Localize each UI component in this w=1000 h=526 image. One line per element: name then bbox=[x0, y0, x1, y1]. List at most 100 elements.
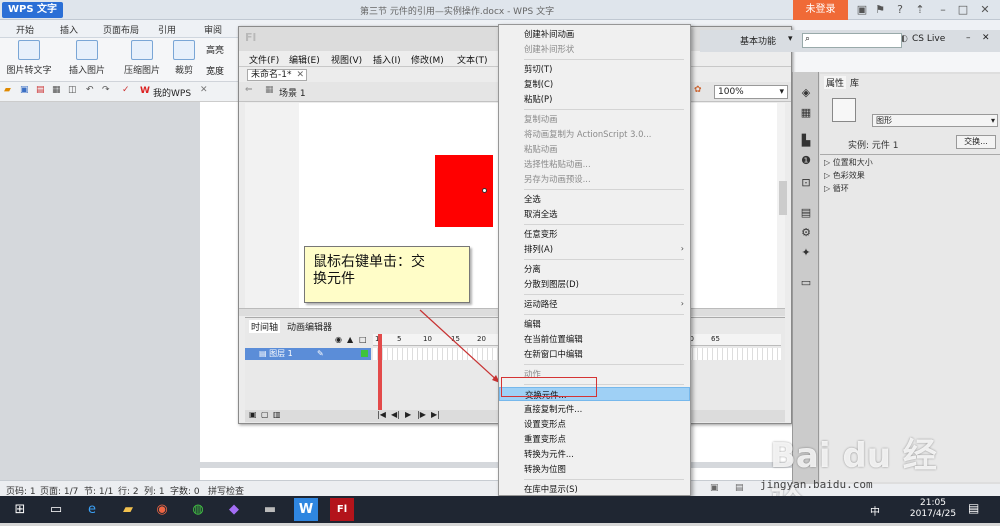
chrome-icon[interactable]: ◍ bbox=[186, 498, 210, 521]
menu-item[interactable]: 运动路径 › bbox=[499, 297, 690, 311]
pdf-icon[interactable]: ▤ bbox=[36, 85, 45, 95]
tab-home[interactable]: 开始 bbox=[16, 23, 34, 36]
undo-icon[interactable]: ↶ bbox=[86, 85, 94, 95]
step-back-icon[interactable]: ◀| bbox=[391, 410, 400, 419]
goto-first-frame-icon[interactable]: |◀ bbox=[377, 410, 386, 419]
menu-item[interactable]: 设置变形点 bbox=[499, 417, 690, 431]
login-button[interactable]: 未登录 bbox=[793, 0, 848, 20]
menu-item[interactable]: 编辑 bbox=[499, 317, 690, 331]
align-panel-icon[interactable]: ▙ bbox=[798, 134, 814, 148]
eye-icon[interactable]: ◉ bbox=[335, 335, 342, 344]
tab-references[interactable]: 引用 bbox=[158, 23, 176, 36]
menu-item[interactable]: 转换为位图 bbox=[499, 462, 690, 476]
stage-vertical-scrollbar[interactable] bbox=[779, 181, 787, 215]
restore-ribbon-icon[interactable]: ⇡ bbox=[913, 3, 927, 17]
ime-indicator[interactable]: 中 bbox=[870, 503, 880, 518]
edge-icon[interactable]: e bbox=[80, 498, 104, 521]
menu-file[interactable]: 文件(F) bbox=[249, 53, 279, 66]
redo-icon[interactable]: ↷ bbox=[102, 85, 110, 95]
tab-properties[interactable]: 属性 bbox=[824, 76, 847, 89]
close-icon[interactable]: ✕ bbox=[978, 3, 992, 17]
menu-item[interactable]: 分散到图层(D) bbox=[499, 277, 690, 291]
save-icon[interactable]: ▣ bbox=[20, 85, 29, 95]
code-snippets-icon[interactable]: ▭ bbox=[798, 276, 814, 290]
tab-library[interactable]: 库 bbox=[850, 76, 859, 89]
system-clock[interactable]: 21:05 2017/4/25 bbox=[908, 498, 958, 520]
my-wps-tab[interactable]: 我的WPS bbox=[153, 86, 191, 99]
task-view-icon[interactable]: ▭ bbox=[44, 498, 68, 521]
visual-studio-icon[interactable]: ◆ bbox=[222, 498, 246, 521]
playhead[interactable] bbox=[378, 334, 382, 420]
width-button[interactable]: 宽度 bbox=[206, 64, 224, 77]
dropdown-icon[interactable]: ✓ bbox=[122, 85, 130, 95]
swatches-panel-icon[interactable]: ▦ bbox=[798, 106, 814, 120]
menu-item[interactable]: 排列(A) › bbox=[499, 242, 690, 256]
section-looping[interactable]: ▷ 循环 bbox=[824, 183, 849, 194]
outline-icon[interactable]: □ bbox=[359, 335, 367, 344]
play-icon[interactable]: ▶ bbox=[405, 410, 411, 419]
library-panel-icon[interactable]: ▤ bbox=[798, 206, 814, 220]
start-icon[interactable]: ⊞ bbox=[8, 498, 32, 521]
compress-image-button[interactable]: 压缩图片 bbox=[122, 40, 162, 76]
delete-layer-icon[interactable]: ▥ bbox=[273, 410, 281, 419]
menu-item[interactable]: 转换为元件... bbox=[499, 447, 690, 461]
menu-item[interactable]: 创建补间动画 bbox=[499, 27, 690, 41]
view-mode-icon[interactable]: ▤ bbox=[735, 483, 744, 493]
chevron-down-icon[interactable]: ▾ bbox=[788, 34, 793, 44]
cs-live-button[interactable]: CS Live bbox=[912, 34, 945, 44]
menu-item[interactable]: 在新窗口中编辑 bbox=[499, 347, 690, 361]
skin-icon[interactable]: ▣ bbox=[855, 3, 869, 17]
minimize-icon[interactable]: – bbox=[936, 3, 950, 17]
close-icon[interactable]: ✕ bbox=[296, 70, 304, 80]
menu-modify[interactable]: 修改(M) bbox=[411, 53, 444, 66]
menu-item[interactable]: 直接复制元件... bbox=[499, 402, 690, 416]
swap-symbol-button[interactable]: 交换... bbox=[956, 135, 996, 149]
components-panel-icon[interactable]: ⚙ bbox=[798, 226, 814, 240]
menu-item[interactable]: 重置变形点 bbox=[499, 432, 690, 446]
maximize-icon[interactable]: □ bbox=[956, 3, 970, 17]
section-color-effect[interactable]: ▷ 色彩效果 bbox=[824, 170, 865, 181]
menu-item[interactable]: 取消全选 bbox=[499, 207, 690, 221]
back-arrow-icon[interactable]: ⇐ bbox=[245, 85, 253, 95]
tab-timeline[interactable]: 时间轴 bbox=[249, 320, 281, 333]
help-search-input[interactable]: ⌕ bbox=[802, 33, 902, 48]
terminal-icon[interactable]: ▬ bbox=[258, 498, 282, 521]
tab-review[interactable]: 审阅 bbox=[204, 23, 222, 36]
menu-item[interactable]: 复制(C) bbox=[499, 77, 690, 91]
section-position-size[interactable]: ▷ 位置和大小 bbox=[824, 157, 873, 168]
help-icon[interactable]: ? bbox=[893, 3, 907, 17]
flash-taskbar-icon[interactable]: Fl bbox=[330, 498, 354, 521]
step-forward-icon[interactable]: |▶ bbox=[417, 410, 426, 419]
open-folder-icon[interactable]: ▰ bbox=[4, 85, 11, 95]
file-explorer-icon[interactable]: ▰ bbox=[116, 498, 140, 521]
wps-taskbar-icon[interactable]: W bbox=[294, 498, 318, 521]
lock-icon[interactable]: ▲ bbox=[347, 335, 353, 344]
highlight-button[interactable]: 高亮 bbox=[206, 43, 224, 56]
zoom-dropdown[interactable]: 100% ▾ bbox=[714, 85, 788, 99]
notification-icon[interactable]: ▤ bbox=[968, 501, 979, 515]
menu-item[interactable]: 在库中显示(S) bbox=[499, 482, 690, 496]
feedback-icon[interactable]: ⚑ bbox=[873, 3, 887, 17]
new-layer-icon[interactable]: ▣ bbox=[249, 410, 257, 419]
image-to-text-button[interactable]: 图片转文字 bbox=[6, 40, 52, 76]
menu-view[interactable]: 视图(V) bbox=[331, 53, 362, 66]
transform-panel-icon[interactable]: ⊡ bbox=[798, 176, 814, 190]
layer-color-swatch[interactable] bbox=[361, 350, 368, 357]
info-panel-icon[interactable]: ❶ bbox=[798, 154, 814, 168]
tab-close-icon[interactable]: ✕ bbox=[200, 85, 208, 95]
minimize-icon[interactable]: – bbox=[966, 33, 971, 43]
insert-image-button[interactable]: 插入图片 bbox=[64, 40, 110, 76]
new-folder-icon[interactable]: ▢ bbox=[261, 410, 269, 419]
layer-row[interactable]: ▤ 图层 1 ✎ bbox=[245, 348, 371, 360]
close-icon[interactable]: ✕ bbox=[982, 33, 990, 43]
menu-insert[interactable]: 插入(I) bbox=[373, 53, 401, 66]
menu-item[interactable]: 剪切(T) bbox=[499, 62, 690, 76]
menu-edit[interactable]: 编辑(E) bbox=[289, 53, 320, 66]
menu-item[interactable]: 任意变形 bbox=[499, 227, 690, 241]
menu-item[interactable]: 粘贴(P) bbox=[499, 92, 690, 106]
symbol-behavior-dropdown[interactable]: 图形 ▾ bbox=[872, 114, 998, 127]
tab-motion-editor[interactable]: 动画编辑器 bbox=[287, 320, 332, 333]
browser-icon[interactable]: ◉ bbox=[150, 498, 174, 521]
edit-scene-icon[interactable]: ✿ bbox=[694, 85, 702, 95]
scene-label[interactable]: 场景 1 bbox=[279, 86, 306, 99]
